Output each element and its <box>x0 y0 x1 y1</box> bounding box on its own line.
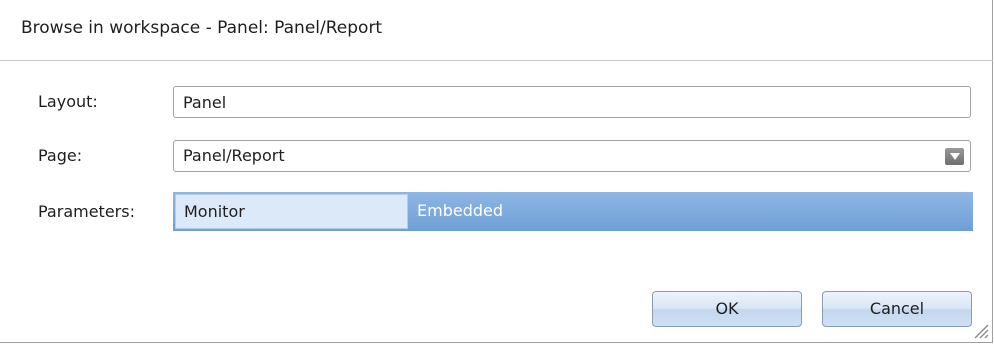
dialog-title: Browse in workspace - Panel: Panel/Repor… <box>21 18 383 38</box>
page-label: Page: <box>38 146 83 165</box>
parameters-label: Parameters: <box>38 202 135 221</box>
layout-label: Layout: <box>38 92 98 111</box>
page-select-value: Panel/Report <box>183 146 285 165</box>
parameter-name-cell[interactable]: Monitor <box>175 194 408 229</box>
parameter-value-cell[interactable]: Embedded <box>417 201 503 220</box>
layout-field[interactable] <box>173 86 971 118</box>
resize-grip-icon[interactable] <box>971 321 989 339</box>
page-select[interactable]: Panel/Report <box>173 140 971 172</box>
ok-button[interactable]: OK <box>652 291 802 327</box>
parameter-row[interactable]: Monitor Embedded <box>173 192 973 231</box>
browse-workspace-dialog: Browse in workspace - Panel: Panel/Repor… <box>0 0 993 343</box>
chevron-down-icon[interactable] <box>945 148 964 165</box>
cancel-button[interactable]: Cancel <box>822 291 972 327</box>
title-divider <box>0 60 993 61</box>
